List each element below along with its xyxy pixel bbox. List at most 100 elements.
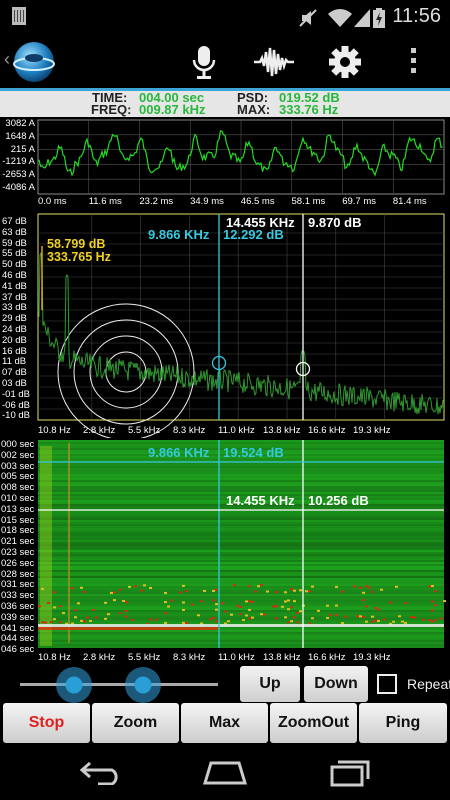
spectrogram-row — [38, 486, 444, 488]
waveform-y-tick-label: 3082 A — [5, 118, 35, 129]
spectrogram-row — [38, 632, 444, 634]
energy-cell — [434, 590, 437, 593]
spectrogram-row — [38, 566, 444, 568]
energy-cell — [431, 600, 434, 603]
waveform-y-tick-label: 1648 A — [5, 130, 35, 142]
energy-cell — [215, 603, 218, 606]
energy-cell — [284, 616, 287, 619]
energy-cell — [191, 603, 194, 606]
spectrogram-plot[interactable]: 000 sec 002 sec 003 sec 005 sec 008 sec 010 s… — [0, 438, 450, 666]
spectrogram-row — [38, 556, 444, 558]
energy-cell — [389, 601, 392, 604]
waveform-x-tick-label: 69.7 ms — [342, 196, 376, 207]
waveform-y-tick-label: 215 A — [10, 143, 35, 155]
waveform-plot[interactable]: 3082 A 1648 A 215 A -1219 A -2653 A -4086 A 0… — [0, 117, 450, 210]
energy-cell — [185, 590, 188, 593]
energy-cell — [275, 591, 278, 594]
energy-cell — [434, 604, 437, 607]
app-logo[interactable] — [12, 40, 56, 84]
energy-cell — [239, 606, 242, 609]
energy-cell — [287, 599, 290, 602]
energy-cell — [77, 602, 80, 605]
energy-cell — [224, 610, 227, 613]
spectrogram-y-tick-label: 005 sec — [1, 471, 35, 483]
stop-button[interactable]: Stop — [3, 703, 90, 743]
zoomout-button[interactable]: ZoomOut — [270, 703, 357, 743]
range-slider-thumb-left[interactable] — [56, 667, 92, 703]
microphone-icon[interactable] — [182, 40, 226, 84]
energy-cell — [230, 613, 233, 616]
sim-card-icon — [12, 7, 26, 25]
energy-cell — [119, 588, 122, 591]
energy-cell — [122, 599, 125, 602]
spectrogram-y-tick-label: 002 sec — [1, 449, 35, 461]
energy-cell — [41, 587, 44, 590]
wifi-icon — [328, 9, 352, 27]
energy-cell — [215, 620, 218, 623]
spectrogram-row — [38, 530, 444, 532]
home-icon[interactable] — [201, 759, 249, 785]
range-slider-thumb-right[interactable] — [125, 667, 161, 703]
energy-cell — [410, 616, 413, 619]
spectrum-y-tick-label: 03 dB — [2, 378, 27, 389]
energy-cell — [41, 621, 44, 624]
energy-cell — [131, 619, 134, 622]
energy-cell — [167, 605, 170, 608]
energy-cell — [80, 619, 83, 622]
spectrum-y-tick-label: 24 dB — [2, 324, 27, 335]
spectrum-plot[interactable]: 67 dB 63 dB 59 dB 55 dB 50 dB 46 dB 41 dB 37 dB… — [0, 210, 450, 438]
range-slider-track[interactable] — [20, 683, 218, 686]
energy-cell — [260, 613, 263, 616]
energy-cell — [149, 586, 152, 589]
energy-cell — [200, 600, 203, 603]
energy-cell — [245, 600, 248, 603]
max-button[interactable]: Max — [181, 703, 268, 743]
sg-cyan-cursor-freq: 9.866 KHz — [148, 445, 210, 460]
overflow-menu-icon[interactable] — [410, 48, 418, 76]
spectrogram-x-tick-label: 5.5 kHz — [128, 652, 161, 663]
energy-cell — [107, 613, 110, 616]
spectrum-x-tick-label: 2.8 kHz — [83, 425, 116, 436]
energy-cell — [290, 588, 293, 591]
back-icon[interactable] — [78, 759, 124, 785]
spectrogram-y-tick-label: 026 sec — [1, 557, 35, 569]
energy-cell — [326, 604, 329, 607]
up-button[interactable]: Up — [240, 666, 300, 702]
down-button[interactable]: Down — [304, 666, 368, 702]
spectrogram-row — [38, 616, 444, 618]
up-caret-icon[interactable]: ‹ — [4, 49, 10, 70]
energy-cell — [104, 601, 107, 604]
waveform-icon[interactable] — [252, 40, 296, 84]
waveform-y-tick-label: -1219 A — [2, 156, 35, 168]
recent-apps-icon[interactable] — [328, 757, 374, 787]
energy-cell — [395, 585, 398, 588]
repeat-checkbox[interactable] — [377, 674, 397, 694]
energy-cell — [245, 614, 248, 617]
spectrogram-row — [38, 538, 444, 540]
energy-cell — [317, 609, 320, 612]
spectrogram-row — [38, 540, 444, 542]
energy-cell — [203, 589, 206, 592]
spectrogram-y-tick-label: 021 sec — [1, 536, 35, 548]
energy-cell — [134, 585, 137, 588]
energy-cell — [362, 599, 365, 602]
energy-cell — [335, 585, 338, 588]
spectrogram-row — [38, 594, 444, 596]
ping-button[interactable]: Ping — [359, 703, 447, 743]
spectrum-y-tick-label: 20 dB — [2, 334, 27, 346]
energy-cell — [248, 600, 251, 603]
zoom-button[interactable]: Zoom — [92, 703, 179, 743]
spectrum-y-tick-label: 37 dB — [2, 291, 27, 303]
energy-cell — [329, 613, 332, 616]
spectrogram-row — [38, 474, 444, 476]
energy-cell — [380, 588, 383, 591]
spectrogram-y-tick-label: 028 sec — [1, 568, 35, 580]
spectrogram-row — [38, 472, 444, 474]
low-freq-band — [40, 446, 52, 646]
energy-cell — [221, 602, 224, 605]
settings-gear-icon[interactable] — [323, 40, 367, 84]
peak-hz-label: 333.765 Hz — [47, 250, 111, 264]
energy-cell — [140, 589, 143, 592]
spectrogram-row — [38, 630, 444, 632]
spectrogram-y-tick-label: 046 sec — [1, 644, 35, 656]
